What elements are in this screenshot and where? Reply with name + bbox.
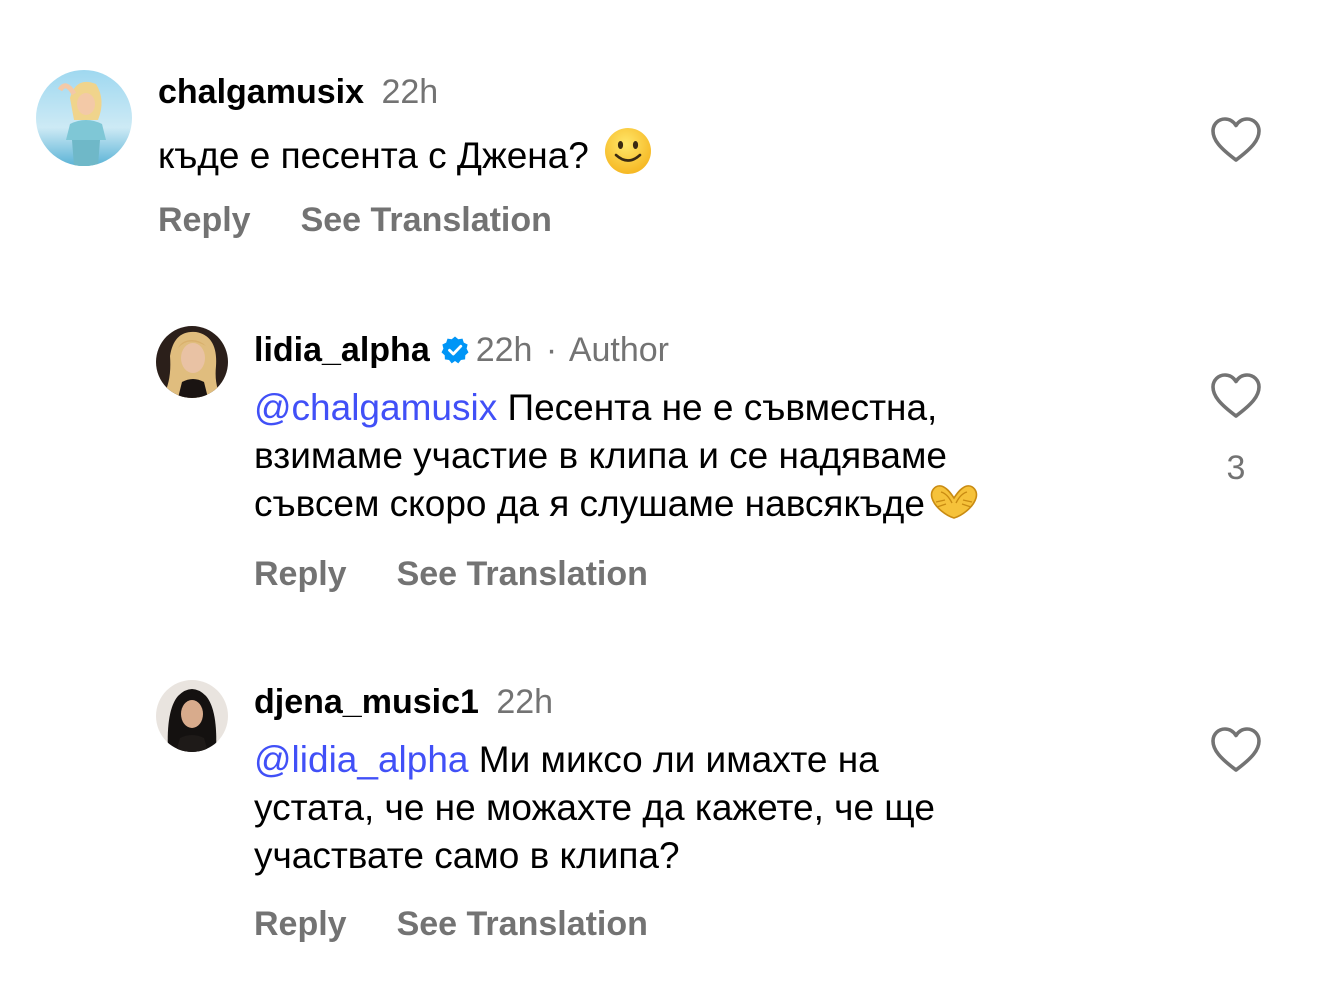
verified-badge-icon <box>440 334 470 374</box>
heart-outline-icon <box>1211 117 1261 162</box>
heart-outline-icon <box>1211 727 1261 772</box>
see-translation-button[interactable]: See Translation <box>301 201 552 239</box>
like-button[interactable] <box>1210 372 1262 425</box>
like-button[interactable] <box>1210 726 1262 779</box>
like-count: 3 <box>1226 449 1246 487</box>
avatar[interactable] <box>156 680 228 752</box>
username[interactable]: lidia_alpha <box>254 331 430 369</box>
avatar[interactable] <box>36 70 132 166</box>
author-label: Author <box>568 331 670 369</box>
comment-line-1: @lidia_alpha Ми миксо ли имахте на <box>254 739 879 780</box>
comment-text-content: къде е песента с Джена? <box>158 135 589 176</box>
mention-link[interactable]: @lidia_alpha <box>254 739 468 780</box>
comment-text: @chalgamusix Песента не е съвместна, взи… <box>254 384 981 534</box>
mention-link[interactable]: @chalgamusix <box>254 387 497 428</box>
like-button[interactable] <box>1210 116 1262 169</box>
reply-button[interactable]: Reply <box>254 555 347 593</box>
see-translation-button[interactable]: See Translation <box>397 555 648 593</box>
username[interactable]: djena_music1 <box>254 683 479 721</box>
reply-button[interactable]: Reply <box>254 905 347 943</box>
comment-line-1: @chalgamusix Песента не е съвместна, <box>254 387 938 428</box>
smiling-face-emoji-icon <box>603 126 653 188</box>
comment-chalgamusix: chalgamusix 22h къде е песента с Джена? … <box>0 0 1320 270</box>
heart-hands-emoji-icon <box>927 482 981 534</box>
comment-lidia-alpha: lidia_alpha 22h · Author @chalgamusix Пе… <box>0 300 1320 620</box>
separator-dot: · <box>545 331 558 369</box>
avatar[interactable] <box>156 326 228 398</box>
heart-outline-icon <box>1211 373 1261 418</box>
comment-line-2: взимаме участие в клипа и се надяваме <box>254 435 947 476</box>
comment-line-3: участвате само в клипа? <box>254 835 680 876</box>
comment-line-3: съвсем скоро да я слушаме навсякъде <box>254 480 981 534</box>
reply-button[interactable]: Reply <box>158 201 251 239</box>
comment-text: @lidia_alpha Ми миксо ли имахте на устат… <box>254 736 935 880</box>
timestamp: 22h <box>381 73 439 111</box>
comment-text: къде е песента с Джена? <box>158 126 653 188</box>
comment-line-2: устата, че не можахте да кажете, че ще <box>254 787 935 828</box>
timestamp: 22h <box>475 331 533 369</box>
timestamp: 22h <box>496 683 554 721</box>
see-translation-button[interactable]: See Translation <box>397 905 648 943</box>
comment-djena-music1: djena_music1 22h @lidia_alpha Ми миксо л… <box>0 650 1320 970</box>
username[interactable]: chalgamusix <box>158 73 364 111</box>
